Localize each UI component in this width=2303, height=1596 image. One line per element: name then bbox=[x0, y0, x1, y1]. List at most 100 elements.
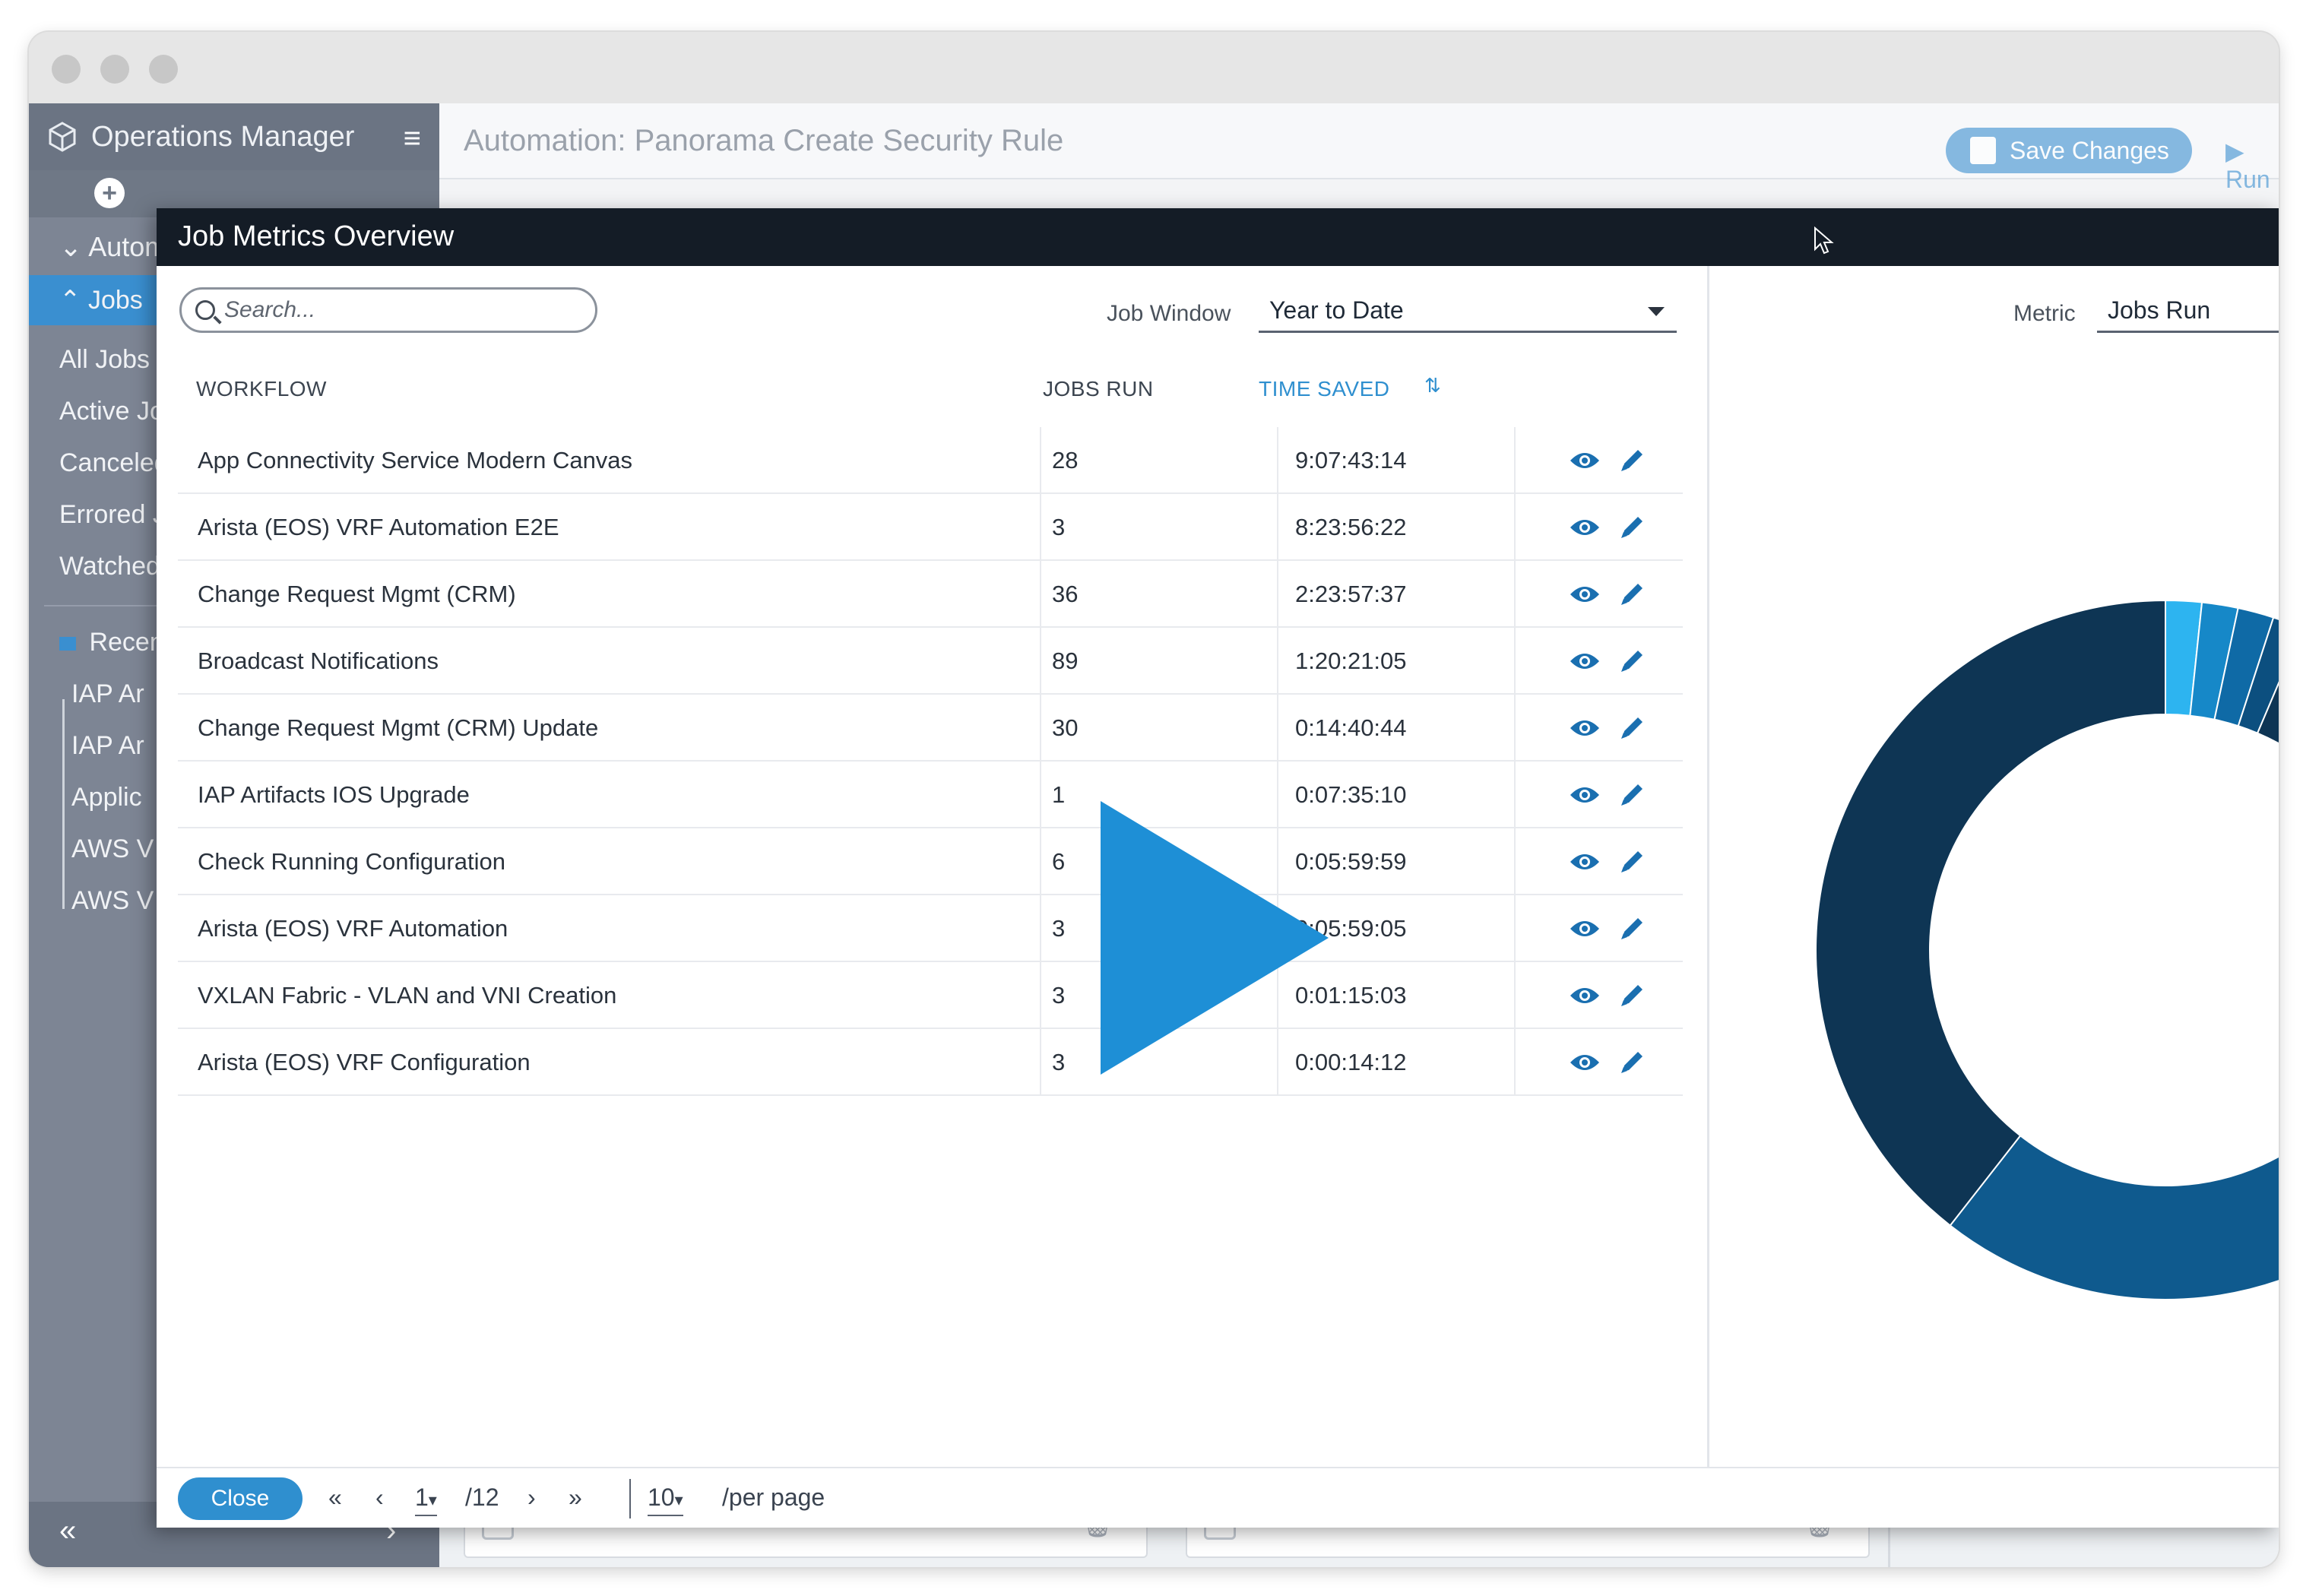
search-input[interactable]: Search... bbox=[179, 287, 597, 333]
view-eye-icon[interactable] bbox=[1569, 851, 1601, 872]
browser-title-bar bbox=[29, 32, 2279, 103]
recent-item-label: AWS V bbox=[71, 834, 154, 863]
app-header: Operations Manager ≡ bbox=[29, 103, 439, 170]
close-button[interactable]: Close bbox=[178, 1477, 303, 1520]
donut-slice[interactable] bbox=[1815, 599, 2166, 1227]
time-saved-value: 2:23:57:37 bbox=[1295, 581, 1407, 607]
search-placeholder: Search... bbox=[224, 297, 316, 322]
view-eye-icon[interactable] bbox=[1569, 517, 1601, 538]
view-eye-icon[interactable] bbox=[1569, 651, 1601, 672]
caret-down-icon: ▾ bbox=[428, 1490, 437, 1509]
table-row[interactable]: Broadcast Notifications 89 1:20:21:05 bbox=[178, 628, 1683, 695]
edit-pencil-icon[interactable] bbox=[1618, 847, 1647, 876]
modal-title: Job Metrics Overview bbox=[178, 220, 455, 252]
recent-item-label: Applic bbox=[71, 783, 142, 812]
view-eye-icon[interactable] bbox=[1569, 717, 1601, 739]
jobs-run-value: 89 bbox=[1052, 648, 1079, 674]
edit-pencil-icon[interactable] bbox=[1618, 980, 1647, 1009]
page-select[interactable]: 1▾ bbox=[415, 1484, 437, 1516]
column-header-jobs-run[interactable]: JOBS RUN bbox=[1043, 377, 1154, 401]
table-row[interactable]: App Connectivity Service Modern Canvas 28… bbox=[178, 427, 1683, 494]
sidebar-section-label: Autom bbox=[88, 231, 168, 262]
job-window-label: Job Window bbox=[1107, 301, 1231, 326]
table-row[interactable]: Arista (EOS) VRF Configuration 3 0:00:14:1… bbox=[178, 1029, 1683, 1096]
table-row[interactable]: Change Request Mgmt (CRM) Update 30 0:14:4… bbox=[178, 695, 1683, 762]
column-header-time-saved[interactable]: TIME SAVED bbox=[1259, 377, 1390, 401]
table-row[interactable]: Arista (EOS) VRF Automation E2E 3 8:23:56:… bbox=[178, 494, 1683, 561]
collapse-sidebar-icon[interactable]: « bbox=[59, 1514, 76, 1548]
view-eye-icon[interactable] bbox=[1569, 450, 1601, 471]
table-row[interactable]: Change Request Mgmt (CRM) 36 2:23:57:37 bbox=[178, 561, 1683, 628]
column-separator bbox=[1040, 962, 1041, 1029]
column-header-workflow[interactable]: WORKFLOW bbox=[196, 377, 327, 401]
window-close-dot[interactable] bbox=[52, 55, 81, 84]
column-separator bbox=[1277, 628, 1278, 695]
column-separator bbox=[1040, 828, 1041, 895]
jobs-run-value: 3 bbox=[1052, 982, 1066, 1009]
workflow-name: Arista (EOS) VRF Automation E2E bbox=[198, 514, 559, 540]
edit-pencil-icon[interactable] bbox=[1618, 579, 1647, 608]
column-separator bbox=[1277, 561, 1278, 628]
save-changes-button[interactable]: Save Changes bbox=[1946, 128, 2192, 173]
column-separator bbox=[1040, 762, 1041, 828]
view-eye-icon[interactable] bbox=[1569, 985, 1601, 1006]
job-metrics-modal: Job Metrics Overview Search... Job Windo… bbox=[157, 208, 2279, 1528]
folder-icon bbox=[59, 637, 76, 651]
sidebar-item-label: Watched bbox=[59, 552, 160, 581]
recent-item-label: IAP Ar bbox=[71, 679, 144, 708]
workflow-name: IAP Artifacts IOS Upgrade bbox=[198, 781, 470, 808]
view-eye-icon[interactable] bbox=[1569, 918, 1601, 939]
view-eye-icon[interactable] bbox=[1569, 584, 1601, 605]
prev-page-icon[interactable]: ‹ bbox=[375, 1484, 384, 1512]
view-eye-icon[interactable] bbox=[1569, 1052, 1601, 1073]
column-separator bbox=[1040, 1029, 1041, 1096]
jobs-run-value: 6 bbox=[1052, 848, 1066, 875]
edit-pencil-icon[interactable] bbox=[1618, 780, 1647, 809]
column-separator bbox=[1040, 628, 1041, 695]
jobs-run-value: 3 bbox=[1052, 514, 1066, 540]
workflow-name: App Connectivity Service Modern Canvas bbox=[198, 447, 633, 473]
first-page-icon[interactable]: « bbox=[328, 1484, 342, 1512]
window-maximize-dot[interactable] bbox=[149, 55, 178, 84]
per-page-value: 10 bbox=[648, 1484, 675, 1511]
sort-descending-icon[interactable]: ⇅ bbox=[1424, 374, 1441, 397]
tree-line bbox=[62, 699, 65, 909]
sidebar-recent-label: Recen bbox=[89, 628, 164, 657]
run-button[interactable]: ▶ Run bbox=[2225, 137, 2279, 194]
column-separator bbox=[1514, 628, 1516, 695]
app-logo-icon bbox=[49, 122, 76, 152]
jobs-run-value: 3 bbox=[1052, 1049, 1066, 1075]
edit-pencil-icon[interactable] bbox=[1618, 512, 1647, 541]
add-icon[interactable]: + bbox=[94, 178, 125, 208]
jobs-run-donut-chart bbox=[1815, 599, 2279, 1300]
sidebar-item-label: Canceled bbox=[59, 448, 169, 477]
window-minimize-dot[interactable] bbox=[100, 55, 129, 84]
next-page-icon[interactable]: › bbox=[527, 1484, 536, 1512]
last-page-icon[interactable]: » bbox=[569, 1484, 582, 1512]
table-row[interactable]: VXLAN Fabric - VLAN and VNI Creation 3 0:0… bbox=[178, 962, 1683, 1029]
column-separator bbox=[1040, 427, 1041, 494]
edit-pencil-icon[interactable] bbox=[1618, 914, 1647, 942]
edit-pencil-icon[interactable] bbox=[1618, 1047, 1647, 1076]
view-eye-icon[interactable] bbox=[1569, 784, 1601, 806]
jobs-run-value: 3 bbox=[1052, 915, 1066, 942]
edit-pencil-icon[interactable] bbox=[1618, 445, 1647, 474]
workflow-name: VXLAN Fabric - VLAN and VNI Creation bbox=[198, 982, 617, 1009]
app-name: Operations Manager bbox=[91, 120, 355, 153]
table-row[interactable]: Arista (EOS) VRF Automation 3 0:05:59:05 bbox=[178, 895, 1683, 962]
workflow-name: Check Running Configuration bbox=[198, 848, 505, 875]
mouse-cursor-icon bbox=[1814, 226, 1834, 255]
per-page-select[interactable]: 10▾ bbox=[648, 1484, 683, 1516]
hamburger-menu-icon[interactable]: ≡ bbox=[404, 122, 421, 156]
chart-pane: Metric Jobs Run bbox=[1709, 266, 2279, 1467]
table-row[interactable]: Check Running Configuration 6 0:05:59:59 bbox=[178, 828, 1683, 895]
edit-pencil-icon[interactable] bbox=[1618, 646, 1647, 675]
video-play-icon[interactable] bbox=[1093, 801, 1336, 1075]
modal-footer: Close « ‹ 1▾ /12 › » 10▾ /per page bbox=[157, 1467, 2279, 1528]
table-row[interactable]: IAP Artifacts IOS Upgrade 1 0:07:35:10 bbox=[178, 762, 1683, 828]
job-window-value: Year to Date bbox=[1269, 296, 1404, 324]
jobs-run-value: 30 bbox=[1052, 714, 1079, 741]
job-window-select[interactable]: Year to Date bbox=[1259, 289, 1677, 333]
edit-pencil-icon[interactable] bbox=[1618, 713, 1647, 742]
workflow-name: Arista (EOS) VRF Configuration bbox=[198, 1049, 531, 1075]
